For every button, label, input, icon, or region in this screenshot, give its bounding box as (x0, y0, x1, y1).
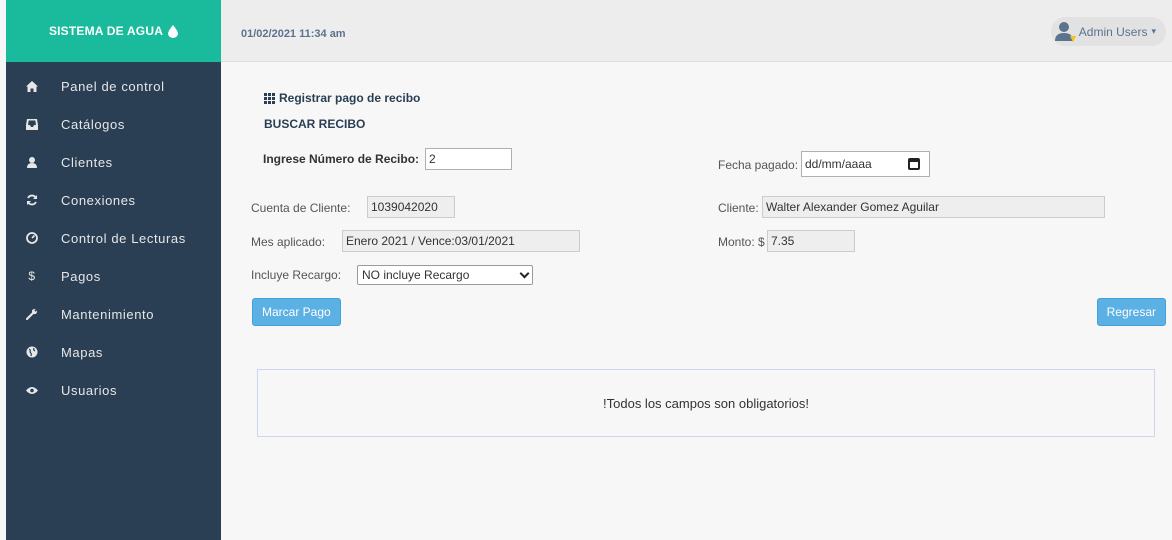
monto-label: Monto: $ (718, 235, 765, 249)
brand-logo[interactable]: SISTEMA DE AGUA (6, 0, 221, 62)
alert-text: !Todos los campos son obligatorios! (603, 395, 809, 411)
chevron-down-icon: ▾ (1151, 26, 1156, 36)
sidebar-item-usuarios[interactable]: Usuarios (6, 371, 221, 409)
recargo-select[interactable]: NO incluye Recargo (357, 265, 533, 285)
sidebar-item-pagos[interactable]: $ Pagos (6, 257, 221, 295)
sidebar-item-label: Mapas (61, 344, 104, 360)
date-placeholder: dd/mm/aaaa (805, 157, 872, 171)
recargo-label: Incluye Recargo: (251, 268, 342, 282)
globe-icon (25, 346, 39, 358)
user-icon (25, 156, 39, 168)
regresar-button[interactable]: Regresar (1096, 298, 1166, 326)
sidebar-item-panel[interactable]: Panel de control (6, 67, 221, 105)
fecha-pagado-input[interactable]: dd/mm/aaaa (801, 151, 930, 177)
recibo-number-input[interactable]: 2 (425, 148, 512, 170)
sidebar-item-label: Conexiones (61, 192, 136, 208)
mes-aplicado-field[interactable]: Enero 2021 / Vence:03/01/2021 (342, 230, 580, 252)
refresh-icon (25, 194, 39, 206)
sidebar-item-lecturas[interactable]: Control de Lecturas (6, 219, 221, 257)
user-menu[interactable]: Admin Users ▾ (1050, 17, 1166, 46)
sidebar-item-conexiones[interactable]: Conexiones (6, 181, 221, 219)
dashboard-icon (25, 232, 39, 244)
main-content: Registrar pago de recibo BUSCAR RECIBO I… (221, 62, 1172, 540)
sidebar-item-catalogos[interactable]: Catálogos (6, 105, 221, 143)
sidebar-item-label: Panel de control (61, 78, 165, 94)
marcar-pago-button[interactable]: Marcar Pago (252, 298, 341, 326)
sidebar-item-mantenimiento[interactable]: Mantenimiento (6, 295, 221, 333)
top-navbar: 01/02/2021 11:34 am Admin Users ▾ (221, 0, 1172, 62)
cliente-label: Cliente: (718, 201, 759, 215)
fecha-label: Fecha pagado: (718, 158, 799, 172)
sidebar-item-label: Clientes (61, 154, 113, 170)
section-subtitle: BUSCAR RECIBO (264, 117, 366, 131)
current-datetime: 01/02/2021 11:34 am (241, 28, 346, 40)
chevron-down-icon (519, 268, 530, 278)
sidebar-item-label: Mantenimiento (61, 306, 155, 322)
required-fields-alert: !Todos los campos son obligatorios! (257, 369, 1155, 437)
sidebar: SISTEMA DE AGUA Panel de control Catálog… (6, 0, 221, 540)
sidebar-item-label: Pagos (61, 268, 101, 284)
cliente-field[interactable]: Walter Alexander Gomez Aguilar (762, 196, 1105, 218)
sidebar-item-mapas[interactable]: Mapas (6, 333, 221, 371)
recibo-label: Ingrese Número de Recibo: (263, 152, 420, 166)
grid-icon (264, 92, 275, 104)
sidebar-item-clientes[interactable]: Clientes (6, 143, 221, 181)
brand-title: SISTEMA DE AGUA (48, 24, 164, 38)
wrench-icon (25, 308, 39, 320)
calendar-icon[interactable] (908, 158, 920, 170)
cuenta-label: Cuenta de Cliente: (251, 201, 351, 215)
recargo-selected-value: NO incluye Recargo (362, 268, 470, 282)
sidebar-item-label: Control de Lecturas (61, 230, 186, 246)
sidebar-menu: Panel de control Catálogos Clientes Cone… (6, 62, 221, 409)
user-avatar-icon (1054, 21, 1076, 42)
inbox-icon (25, 118, 39, 130)
mes-label: Mes aplicado: (251, 235, 326, 249)
cuenta-field[interactable]: 1039042020 (367, 196, 455, 218)
dollar-icon: $ (28, 269, 36, 283)
page-title-text: Registrar pago de recibo (279, 91, 421, 105)
eye-icon (25, 386, 39, 395)
water-drop-icon (168, 24, 179, 38)
home-icon (25, 80, 39, 92)
sidebar-item-label: Catálogos (61, 116, 125, 132)
page-title: Registrar pago de recibo (264, 91, 420, 105)
monto-field[interactable]: 7.35 (767, 230, 855, 252)
sidebar-item-label: Usuarios (61, 382, 118, 398)
user-name: Admin Users (1078, 24, 1148, 39)
